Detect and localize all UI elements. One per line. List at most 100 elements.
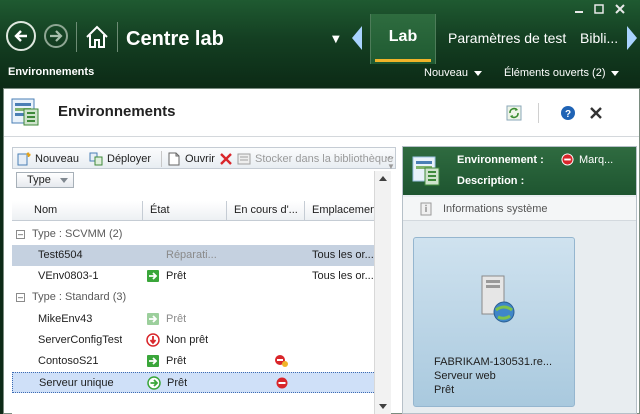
environment-status: Marq... [579, 154, 614, 166]
new-menu-label: Nouveau [424, 67, 469, 79]
environment-icon [412, 156, 440, 186]
stop-icon [561, 153, 574, 166]
open-items-menu[interactable]: Éléments ouverts (2) [504, 67, 620, 79]
ready-arrow-icon [147, 313, 159, 325]
forward-button[interactable] [44, 24, 68, 48]
store-in-library-button[interactable]: Stocker dans la bibliothèque [237, 151, 393, 167]
close-icon[interactable] [588, 105, 604, 121]
row-name: ServerConfigTest [38, 334, 123, 346]
row-location: Tous les or... [312, 270, 374, 282]
vm-name: FABRIKAM-130531.re... [434, 356, 552, 368]
column-location[interactable]: Emplacement [312, 204, 379, 216]
restore-icon[interactable] [592, 4, 606, 14]
column-name[interactable]: Nom [34, 204, 57, 216]
row-name: MikeEnv43 [38, 313, 93, 325]
row-name: Serveur unique [39, 377, 114, 389]
system-info-label: Informations système [443, 203, 548, 215]
home-button[interactable] [84, 24, 110, 50]
row-status: Non prêt [166, 334, 209, 346]
store-button-label: Stocker dans la bibliothèque [255, 153, 394, 165]
web-server-icon [481, 275, 515, 323]
ready-circle-icon [147, 376, 161, 390]
chevron-down-icon [60, 178, 68, 183]
description-label: Description : [457, 175, 525, 187]
open-items-label: Éléments ouverts (2) [504, 67, 606, 79]
vm-card[interactable]: FABRIKAM-130531.re... Serveur web Prêt [413, 237, 575, 407]
row-status: Réparati... [166, 249, 217, 261]
deploy-button[interactable]: Déployer [89, 151, 151, 167]
collapse-toggle-icon[interactable]: – [16, 293, 25, 302]
divider [538, 103, 539, 123]
filter-row: Type [12, 170, 396, 190]
home-icon [86, 25, 108, 48]
tab-lab-label: Lab [388, 28, 418, 45]
info-icon [420, 202, 432, 216]
new-button[interactable]: Nouveau [17, 151, 79, 167]
column-divider[interactable] [142, 201, 143, 221]
grid-scrollbar[interactable] [374, 171, 391, 414]
row-status: Prêt [166, 355, 187, 367]
group-header-standard[interactable]: – Type : Standard (3) [12, 288, 378, 308]
column-in-progress[interactable]: En cours d'... [234, 204, 298, 216]
delete-x-icon [220, 153, 232, 165]
column-divider[interactable] [304, 201, 305, 221]
column-status[interactable]: État [150, 204, 170, 216]
svg-text:?: ? [565, 109, 571, 120]
grid-header: Nom État En cours d'... Emplacement [12, 201, 379, 221]
tab-test-settings[interactable]: Paramètres de test [448, 30, 566, 46]
close-window-icon[interactable] [613, 4, 627, 14]
group-label: Type : SCVMM (2) [32, 228, 123, 240]
table-row[interactable]: ContosoS21 Prêt [12, 351, 378, 372]
active-tab-indicator [375, 59, 431, 62]
chevron-down-icon [474, 70, 483, 76]
title-dropdown-icon[interactable]: ▼ [332, 34, 340, 45]
arrow-left-icon [14, 30, 27, 42]
help-icon[interactable]: ? [560, 105, 576, 121]
tab-lab[interactable]: Lab [370, 14, 436, 64]
environment-label: Environnement : [457, 154, 544, 166]
open-document-icon [168, 152, 180, 166]
table-row[interactable]: VEnv0803-1 Prêt Tous les or... [12, 266, 378, 287]
page-title: Environnements [58, 103, 176, 120]
system-info-tab[interactable]: Informations système [403, 197, 636, 221]
back-button[interactable] [6, 21, 36, 51]
open-button[interactable]: Ouvrir [167, 151, 215, 167]
refresh-icon[interactable] [506, 105, 522, 121]
tab-scroll-right-icon[interactable] [627, 26, 637, 50]
collapse-toggle-icon[interactable]: – [16, 230, 25, 239]
toolbar-divider [161, 151, 162, 167]
stop-user-icon [275, 355, 288, 367]
new-menu[interactable]: Nouveau [424, 67, 483, 79]
vm-status: Prêt [434, 384, 455, 396]
group-label: Type : Standard (3) [32, 291, 127, 303]
row-name: VEnv0803-1 [38, 270, 99, 282]
environments-toolbar: Nouveau Déployer Ouvrir Stocker dans la … [12, 147, 396, 171]
stop-icon [276, 377, 288, 389]
row-status: Prêt [166, 270, 187, 282]
deploy-icon [89, 152, 103, 166]
open-button-label: Ouvrir [185, 153, 215, 165]
table-row[interactable]: Test6504 Réparati... Tous les or... [12, 245, 378, 266]
section-label[interactable]: Environnements [8, 66, 94, 78]
scroll-up-icon[interactable] [379, 176, 387, 181]
minimize-icon[interactable] [572, 4, 586, 14]
table-row[interactable]: ServerConfigTest Non prêt [12, 330, 378, 351]
store-library-icon [237, 153, 251, 165]
ready-arrow-icon [147, 270, 159, 282]
new-button-label: Nouveau [35, 153, 80, 165]
table-row[interactable]: Serveur unique Prêt [12, 372, 378, 393]
delete-button[interactable] [219, 151, 237, 167]
type-filter-dropdown[interactable]: Type [16, 172, 74, 188]
title-bar: Centre lab ▼ Lab Paramètres de test Bibl… [0, 0, 640, 86]
scroll-down-icon[interactable] [379, 404, 387, 409]
table-row[interactable]: MikeEnv43 Prêt [12, 309, 378, 330]
row-location: Tous les or... [312, 249, 374, 261]
tab-scroll-left-icon[interactable] [352, 26, 362, 50]
deploy-button-label: Déployer [107, 153, 152, 165]
tab-library[interactable]: Bibli... [580, 30, 618, 46]
group-header-scvmm[interactable]: – Type : SCVMM (2) [12, 225, 378, 245]
details-panel: Environnement : Marq... Description : In… [402, 146, 637, 414]
row-name: Test6504 [38, 249, 83, 261]
environments-grid: Nom État En cours d'... Emplacement – Ty… [12, 201, 379, 414]
column-divider[interactable] [226, 201, 227, 221]
